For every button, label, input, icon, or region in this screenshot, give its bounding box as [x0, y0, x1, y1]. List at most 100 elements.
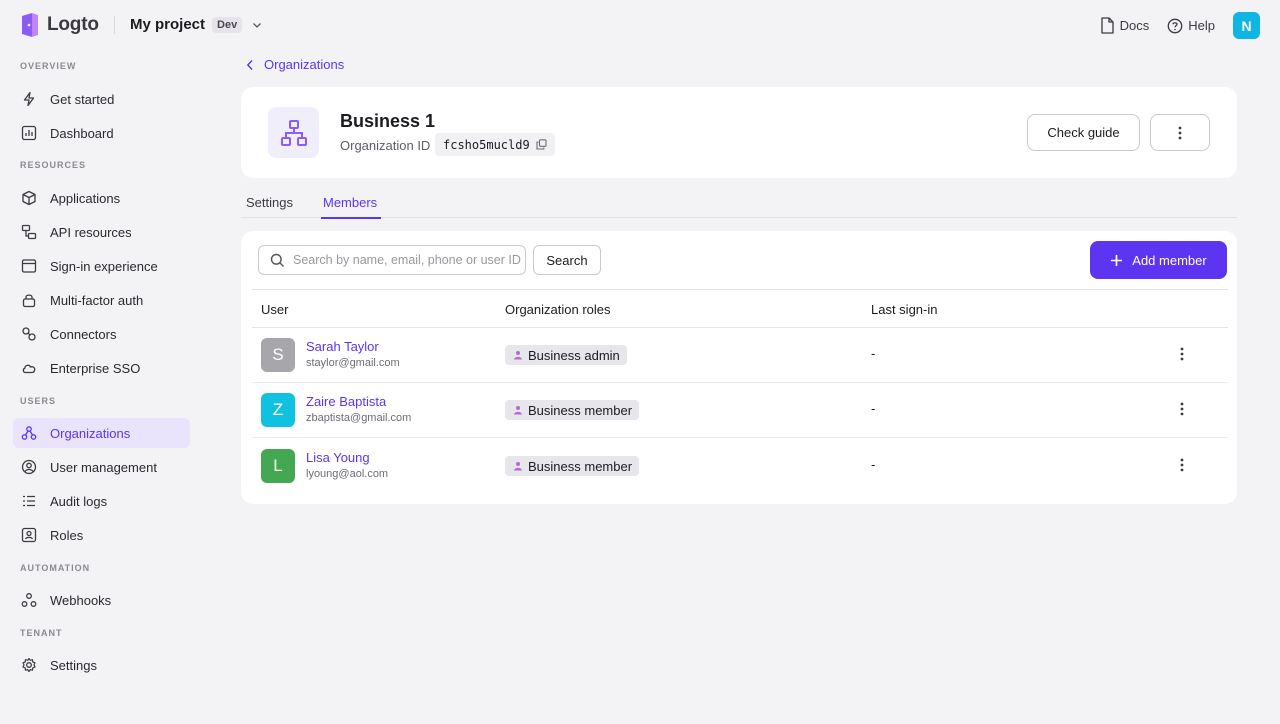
- sidebar-item-dashboard[interactable]: Dashboard: [13, 118, 190, 148]
- role-icon: [513, 405, 528, 415]
- role-badge: Business admin: [505, 345, 627, 365]
- last-sign-in: -: [871, 346, 876, 361]
- cloud-icon: [21, 360, 37, 376]
- last-sign-in: -: [871, 457, 876, 472]
- sidebar-item-label: Audit logs: [50, 493, 108, 509]
- role-icon: [513, 350, 528, 360]
- project-switcher[interactable]: My project Dev: [130, 16, 262, 33]
- sidebar-item-label: Enterprise SSO: [50, 360, 141, 376]
- sidebar-item-webhooks[interactable]: Webhooks: [13, 585, 190, 615]
- tab-settings[interactable]: Settings: [246, 195, 293, 217]
- sidebar-item-organizations[interactable]: Organizations: [13, 418, 190, 448]
- user-email: zbaptista@gmail.com: [306, 412, 412, 424]
- sidebar-item-roles[interactable]: Roles: [13, 520, 190, 550]
- sidebar-item-sign-in-experience[interactable]: Sign-in experience: [13, 251, 190, 281]
- logo-text: Logto: [47, 14, 99, 35]
- row-more-icon[interactable]: [1180, 347, 1184, 361]
- user-name-link[interactable]: Sarah Taylor: [306, 339, 379, 354]
- sidebar-item-settings[interactable]: Settings: [13, 650, 190, 680]
- project-name: My project: [130, 16, 206, 33]
- role-icon: [21, 527, 37, 543]
- role-label: Business member: [528, 458, 633, 474]
- lock-icon: [21, 292, 37, 308]
- section-users: USERS: [20, 396, 57, 406]
- sidebar-item-user-management[interactable]: User management: [13, 452, 190, 482]
- docs-link[interactable]: Docs: [1100, 17, 1150, 34]
- help-label: Help: [1188, 18, 1215, 33]
- search-input[interactable]: [293, 253, 521, 267]
- row-more-icon[interactable]: [1180, 402, 1184, 416]
- sidebar-item-label: Dashboard: [50, 125, 114, 141]
- user-name-link[interactable]: Zaire Baptista: [306, 394, 386, 409]
- user-avatar: S: [261, 338, 295, 372]
- sidebar-item-connectors[interactable]: Connectors: [13, 319, 190, 349]
- sidebar-item-applications[interactable]: Applications: [13, 183, 190, 213]
- plus-icon: [1110, 254, 1132, 267]
- organization-header: Business 1 Organization ID fcsho5mucld9 …: [241, 87, 1237, 178]
- role-badge: Business member: [505, 400, 640, 420]
- divider: [114, 16, 115, 34]
- last-sign-in: -: [871, 401, 876, 416]
- organization-name: Business 1: [340, 111, 436, 131]
- sidebar-item-label: API resources: [50, 224, 132, 240]
- column-organization-roles: Organization roles: [505, 302, 611, 317]
- sidebar-item-multi-factor-auth[interactable]: Multi-factor auth: [13, 285, 190, 315]
- sidebar-item-label: Roles: [50, 527, 84, 543]
- sidebar-item-label: Sign-in experience: [50, 258, 158, 274]
- window-icon: [21, 258, 37, 274]
- search-icon: [270, 253, 285, 268]
- document-icon: [1100, 17, 1120, 34]
- breadcrumb-label: Organizations: [264, 57, 345, 72]
- more-vertical-icon: [1178, 126, 1182, 140]
- user-name-link[interactable]: Lisa Young: [306, 450, 370, 465]
- user-avatar[interactable]: N: [1233, 12, 1260, 39]
- column-last-sign-in: Last sign-in: [871, 302, 938, 317]
- tab-members[interactable]: Members: [321, 195, 382, 219]
- table-header: User Organization roles Last sign-in: [252, 289, 1228, 328]
- column-user: User: [261, 302, 289, 317]
- bolt-icon: [21, 91, 37, 107]
- sidebar-item-enterprise-sso[interactable]: Enterprise SSO: [13, 353, 190, 383]
- copy-icon[interactable]: [530, 139, 547, 150]
- user-icon: [21, 459, 37, 475]
- help-icon: [1167, 18, 1188, 34]
- sidebar-item-label: Get started: [50, 91, 115, 107]
- sidebar-item-get-started[interactable]: Get started: [13, 84, 190, 114]
- api-icon: [21, 224, 37, 240]
- sidebar-item-api-resources[interactable]: API resources: [13, 217, 190, 247]
- section-resources: RESOURCES: [20, 160, 87, 170]
- sidebar-item-label: User management: [50, 459, 157, 475]
- docs-label: Docs: [1119, 18, 1150, 33]
- search-field[interactable]: [258, 245, 526, 275]
- breadcrumb[interactable]: Organizations: [246, 57, 344, 72]
- role-badge: Business member: [505, 456, 640, 476]
- organization-id-label: Organization ID: [340, 138, 431, 153]
- role-icon: [513, 461, 528, 471]
- sidebar-item-label: Multi-factor auth: [50, 292, 144, 308]
- table-row[interactable]: S Sarah Taylor staylor@gmail.com Busines…: [252, 328, 1228, 383]
- section-overview: OVERVIEW: [20, 61, 77, 71]
- help-link[interactable]: Help: [1167, 18, 1215, 34]
- role-label: Business admin: [528, 347, 620, 363]
- tab-bar: Settings Members: [241, 190, 1237, 219]
- add-member-label: Add member: [1132, 252, 1207, 268]
- cube-icon: [21, 190, 37, 206]
- logo[interactable]: Logto: [20, 13, 99, 37]
- table-row[interactable]: L Lisa Young lyoung@aol.com Business mem…: [252, 439, 1228, 494]
- sidebar-item-label: Settings: [50, 657, 97, 673]
- row-more-icon[interactable]: [1180, 458, 1184, 472]
- connector-icon: [21, 326, 37, 342]
- chevron-left-icon: [246, 59, 264, 71]
- section-automation: AUTOMATION: [20, 563, 91, 573]
- logo-icon: [20, 13, 40, 37]
- search-button[interactable]: Search: [533, 245, 601, 275]
- add-member-button[interactable]: Add member: [1090, 241, 1227, 279]
- gear-icon: [21, 657, 37, 673]
- more-options-button[interactable]: [1150, 114, 1210, 151]
- check-guide-button[interactable]: Check guide: [1027, 114, 1140, 151]
- organization-id-chip[interactable]: fcsho5mucld9: [435, 133, 555, 156]
- sidebar-item-audit-logs[interactable]: Audit logs: [13, 486, 190, 516]
- sidebar-item-label: Connectors: [50, 326, 117, 342]
- role-label: Business member: [528, 402, 633, 418]
- table-row[interactable]: Z Zaire Baptista zbaptista@gmail.com Bus…: [252, 383, 1228, 438]
